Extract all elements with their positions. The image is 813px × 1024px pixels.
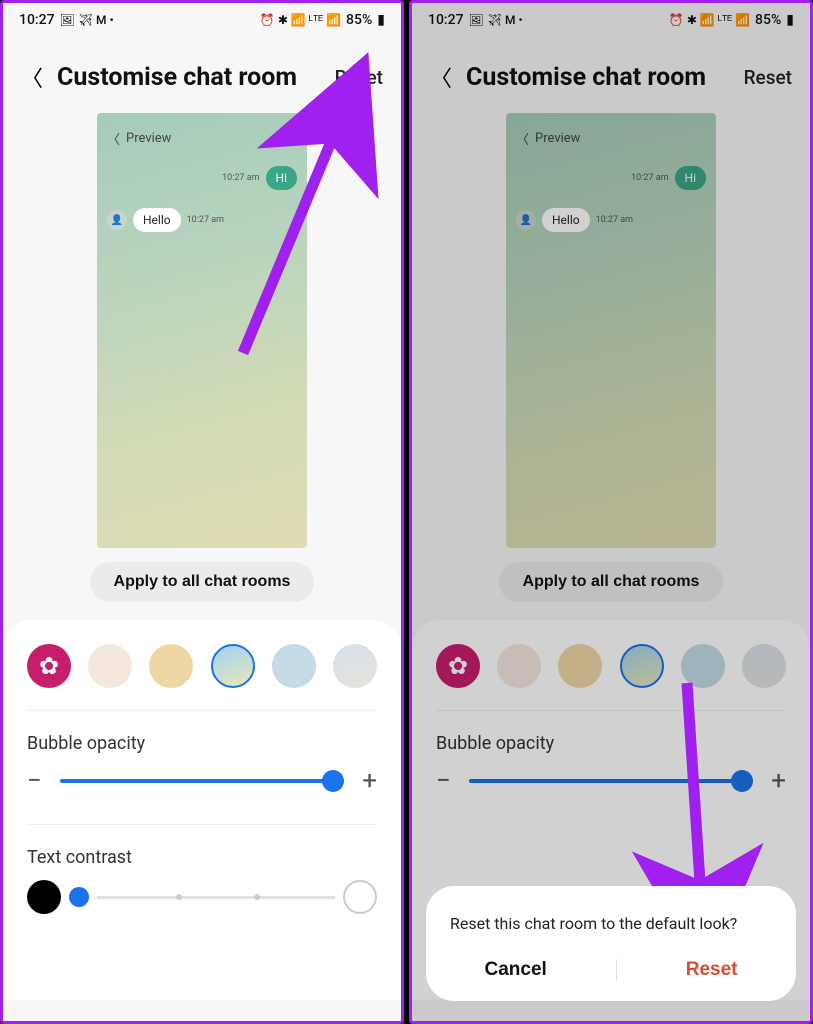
dialog-message: Reset this chat room to the default look… [450,914,772,933]
reset-dialog: Reset this chat room to the default look… [426,886,796,1001]
status-bar: 10:27 🖼 ✈ M • ⏰ ✱ 📶 ᴸᵀᴱ 📶 85% ▮ [412,3,810,37]
preview-box: 〈 Preview 10:27 am Hi 👤 Hello 10:27 am [506,113,716,548]
opacity-plus[interactable]: + [771,766,786,796]
battery-icon: ▮ [786,12,794,28]
phone-left: 10:27 🖼 ✈ M • ⏰ ✱ 📶 ᴸᵀᴱ 📶 85% ▮ 〈 Custom… [0,0,404,1024]
preview-label: Preview [535,131,580,146]
opacity-slider[interactable] [60,779,344,783]
contrast-thumb[interactable] [69,887,89,907]
dialog-separator [616,959,617,981]
opacity-minus[interactable]: − [436,766,451,796]
status-notif-icons: 🖼 ✈ M • [469,13,523,27]
swatch-3[interactable] [558,644,602,688]
preview-label: Preview [126,131,171,146]
avatar-icon: 👤 [107,210,127,230]
apply-all-button[interactable]: Apply to all chat rooms [499,562,724,602]
page-title: Customise chat room [466,63,730,92]
apply-all-button[interactable]: Apply to all chat rooms [90,562,315,602]
status-time: 10:27 [19,12,55,28]
bottom-panel: ✿ Bubble opacity − + Text contrast [3,620,401,1000]
page-title: Customise chat room [57,63,321,92]
back-icon[interactable]: 〈 [430,61,452,93]
status-sys-icons: ⏰ ✱ 📶 ᴸᵀᴱ 📶 [669,13,750,27]
status-sys-icons: ⏰ ✱ 📶 ᴸᵀᴱ 📶 [260,13,341,27]
contrast-slider[interactable] [97,896,335,899]
message-hello: Hello [542,208,590,232]
message-hi: Hi [675,166,706,190]
status-battery: 85% [346,12,372,28]
back-icon[interactable]: 〈 [21,61,43,93]
timestamp: 10:27 am [596,215,633,225]
swatch-4-selected[interactable] [211,644,255,688]
status-bar: 10:27 🖼 ✈ M • ⏰ ✱ 📶 ᴸᵀᴱ 📶 85% ▮ [3,3,401,37]
opacity-minus[interactable]: − [27,766,42,796]
swatch-2[interactable] [497,644,541,688]
swatch-6[interactable] [333,644,377,688]
avatar-icon: 👤 [516,210,536,230]
contrast-max-icon [343,880,377,914]
opacity-plus[interactable]: + [362,766,377,796]
preview-back-icon: 〈 [516,129,529,148]
timestamp: 10:27 am [631,173,668,183]
contrast-min-icon [27,880,61,914]
status-notif-icons: 🖼 ✈ M • [60,13,114,27]
reset-button[interactable]: Reset [744,66,792,89]
swatch-2[interactable] [88,644,132,688]
swatch-flower[interactable]: ✿ [436,644,480,688]
preview-back-icon: 〈 [107,129,120,148]
swatch-5[interactable] [272,644,316,688]
phone-right: 10:27 🖼 ✈ M • ⏰ ✱ 📶 ᴸᵀᴱ 📶 85% ▮ 〈 Custom… [409,0,813,1024]
message-hello: Hello [133,208,181,232]
reset-button[interactable]: Reset [335,66,383,89]
swatch-3[interactable] [149,644,193,688]
swatch-flower[interactable]: ✿ [27,644,71,688]
status-time: 10:27 [428,12,464,28]
contrast-label: Text contrast [27,847,377,868]
opacity-label: Bubble opacity [27,733,377,754]
status-battery: 85% [755,12,781,28]
cancel-button[interactable]: Cancel [484,959,546,981]
annotation-arrow [203,93,383,377]
battery-icon: ▮ [377,12,385,28]
confirm-reset-button[interactable]: Reset [686,959,738,981]
